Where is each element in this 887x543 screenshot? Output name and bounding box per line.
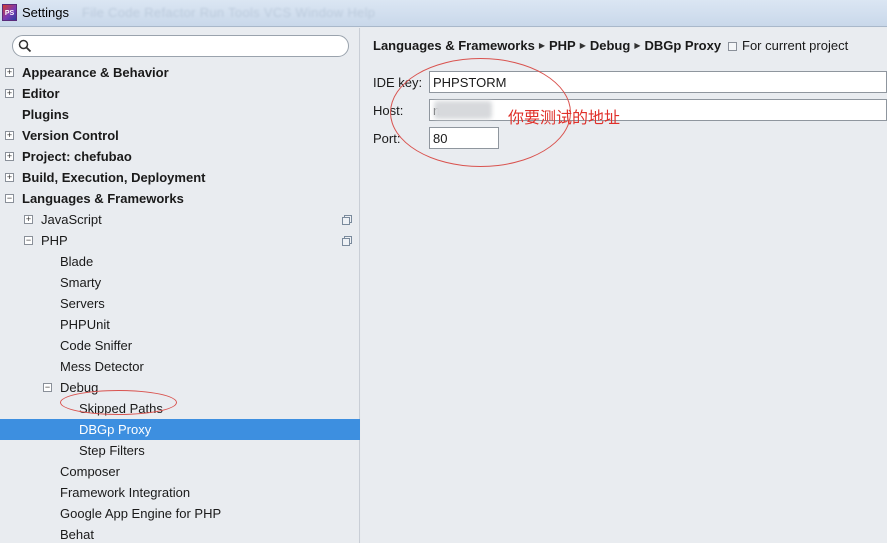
tree-item-languages-frameworks[interactable]: − Languages & Frameworks <box>0 188 360 209</box>
tree-item-label: Mess Detector <box>60 359 144 374</box>
tree-item-blade[interactable]: Blade <box>0 251 360 272</box>
tree-item-build-execution-deployment[interactable]: + Build, Execution, Deployment <box>0 167 360 188</box>
breadcrumb-separator-icon: ▶ <box>538 41 545 50</box>
search-input[interactable] <box>35 38 340 54</box>
tree-item-step-filters[interactable]: Step Filters <box>0 440 360 461</box>
tree-item-label: Framework Integration <box>60 485 191 500</box>
expand-icon[interactable]: + <box>5 152 14 161</box>
settings-search-box[interactable] <box>12 35 349 57</box>
tree-item-label: Servers <box>60 296 105 311</box>
tree-item-debug[interactable]: − Debug <box>0 377 360 398</box>
tree-item-label: JavaScript <box>41 212 102 227</box>
collapse-icon[interactable]: − <box>5 194 14 203</box>
tree-item-editor[interactable]: + Editor <box>0 83 360 104</box>
breadcrumb-separator-icon: ▶ <box>579 41 586 50</box>
collapse-icon[interactable]: − <box>24 236 33 245</box>
tree-item-version-control[interactable]: + Version Control <box>0 125 360 146</box>
window-title-bar[interactable]: PS Settings File Code Refactor Run Tools… <box>0 0 887 27</box>
project-level-icon <box>342 215 352 225</box>
expand-icon[interactable]: + <box>5 173 14 182</box>
tree-item-label: PHPUnit <box>60 317 110 332</box>
ide-key-field[interactable] <box>429 71 887 93</box>
tree-item-label: Version Control <box>22 128 119 143</box>
tree-item-skipped-paths[interactable]: Skipped Paths <box>0 398 360 419</box>
tree-item-label: Smarty <box>60 275 102 290</box>
tree-item-plugins[interactable]: Plugins <box>0 104 360 125</box>
expand-icon[interactable]: + <box>5 68 14 77</box>
tree-item-mess-detector[interactable]: Mess Detector <box>0 356 360 377</box>
port-field[interactable] <box>429 127 499 149</box>
breadcrumb-item: DBGp Proxy <box>644 38 722 53</box>
tree-item-label: Behat <box>60 527 94 542</box>
expand-icon[interactable]: + <box>5 89 14 98</box>
tree-item-label: Code Sniffer <box>60 338 133 353</box>
tree-item-javascript[interactable]: + JavaScript <box>0 209 360 230</box>
settings-navigation-panel: + Appearance & Behavior + Editor Plugins… <box>0 28 360 543</box>
tree-item-label: Build, Execution, Deployment <box>22 170 206 185</box>
background-menu-bar: File Code Refactor Run Tools VCS Window … <box>82 5 376 20</box>
tree-item-servers[interactable]: Servers <box>0 293 360 314</box>
tree-item-label: Skipped Paths <box>79 401 163 416</box>
project-level-icon <box>342 236 352 246</box>
tree-item-label: Languages & Frameworks <box>22 191 184 206</box>
tree-item-label: Project: chefubao <box>22 149 132 164</box>
breadcrumb-separator-icon: ▶ <box>634 41 641 50</box>
host-label: Host: <box>373 103 404 118</box>
redacted-host-overlay <box>434 101 492 119</box>
breadcrumb-item: PHP <box>548 38 576 53</box>
tree-item-appearance-behavior[interactable]: + Appearance & Behavior <box>0 62 360 83</box>
phpstorm-app-icon: PS <box>2 4 17 21</box>
tree-item-composer[interactable]: Composer <box>0 461 360 482</box>
tree-item-label: Google App Engine for PHP <box>60 506 222 521</box>
tree-item-label: Appearance & Behavior <box>22 65 169 80</box>
tree-item-framework-integration[interactable]: Framework Integration <box>0 482 360 503</box>
tree-item-label: Plugins <box>22 107 69 122</box>
host-field[interactable] <box>429 99 887 121</box>
tree-item-smarty[interactable]: Smarty <box>0 272 360 293</box>
breadcrumb: Languages & Frameworks ▶ PHP ▶ Debug ▶ D… <box>373 38 721 53</box>
tree-item-label: Debug <box>60 380 99 395</box>
collapse-icon[interactable]: − <box>43 383 52 392</box>
breadcrumb-item: Debug <box>589 38 631 53</box>
tree-item-label: Blade <box>60 254 94 269</box>
port-label: Port: <box>373 131 401 146</box>
tree-item-label: Composer <box>60 464 120 479</box>
ide-key-label: IDE key: <box>373 75 423 90</box>
tree-item-label: DBGp Proxy <box>79 422 152 437</box>
expand-icon[interactable]: + <box>5 131 14 140</box>
project-level-icon <box>728 42 737 51</box>
window-title: Settings <box>22 5 69 20</box>
tree-item-php[interactable]: − PHP <box>0 230 360 251</box>
project-scope-indicator: For current project <box>728 38 848 53</box>
expand-icon[interactable]: + <box>24 215 33 224</box>
tree-item-code-sniffer[interactable]: Code Sniffer <box>0 335 360 356</box>
tree-item-phpunit[interactable]: PHPUnit <box>0 314 360 335</box>
search-icon <box>18 39 32 53</box>
tree-item-project[interactable]: + Project: chefubao <box>0 146 360 167</box>
breadcrumb-item: Languages & Frameworks <box>373 38 535 53</box>
tree-item-label: PHP <box>41 233 68 248</box>
tree-item-label: Editor <box>22 86 60 101</box>
annotation-text: 你要测试的地址 <box>508 108 621 127</box>
tree-item-dbgp-proxy[interactable]: DBGp Proxy <box>0 419 360 440</box>
scope-label: For current project <box>742 38 849 53</box>
tree-item-behat[interactable]: Behat <box>0 524 360 543</box>
tree-item-label: Step Filters <box>79 443 145 458</box>
tree-item-google-app-engine[interactable]: Google App Engine for PHP <box>0 503 360 524</box>
